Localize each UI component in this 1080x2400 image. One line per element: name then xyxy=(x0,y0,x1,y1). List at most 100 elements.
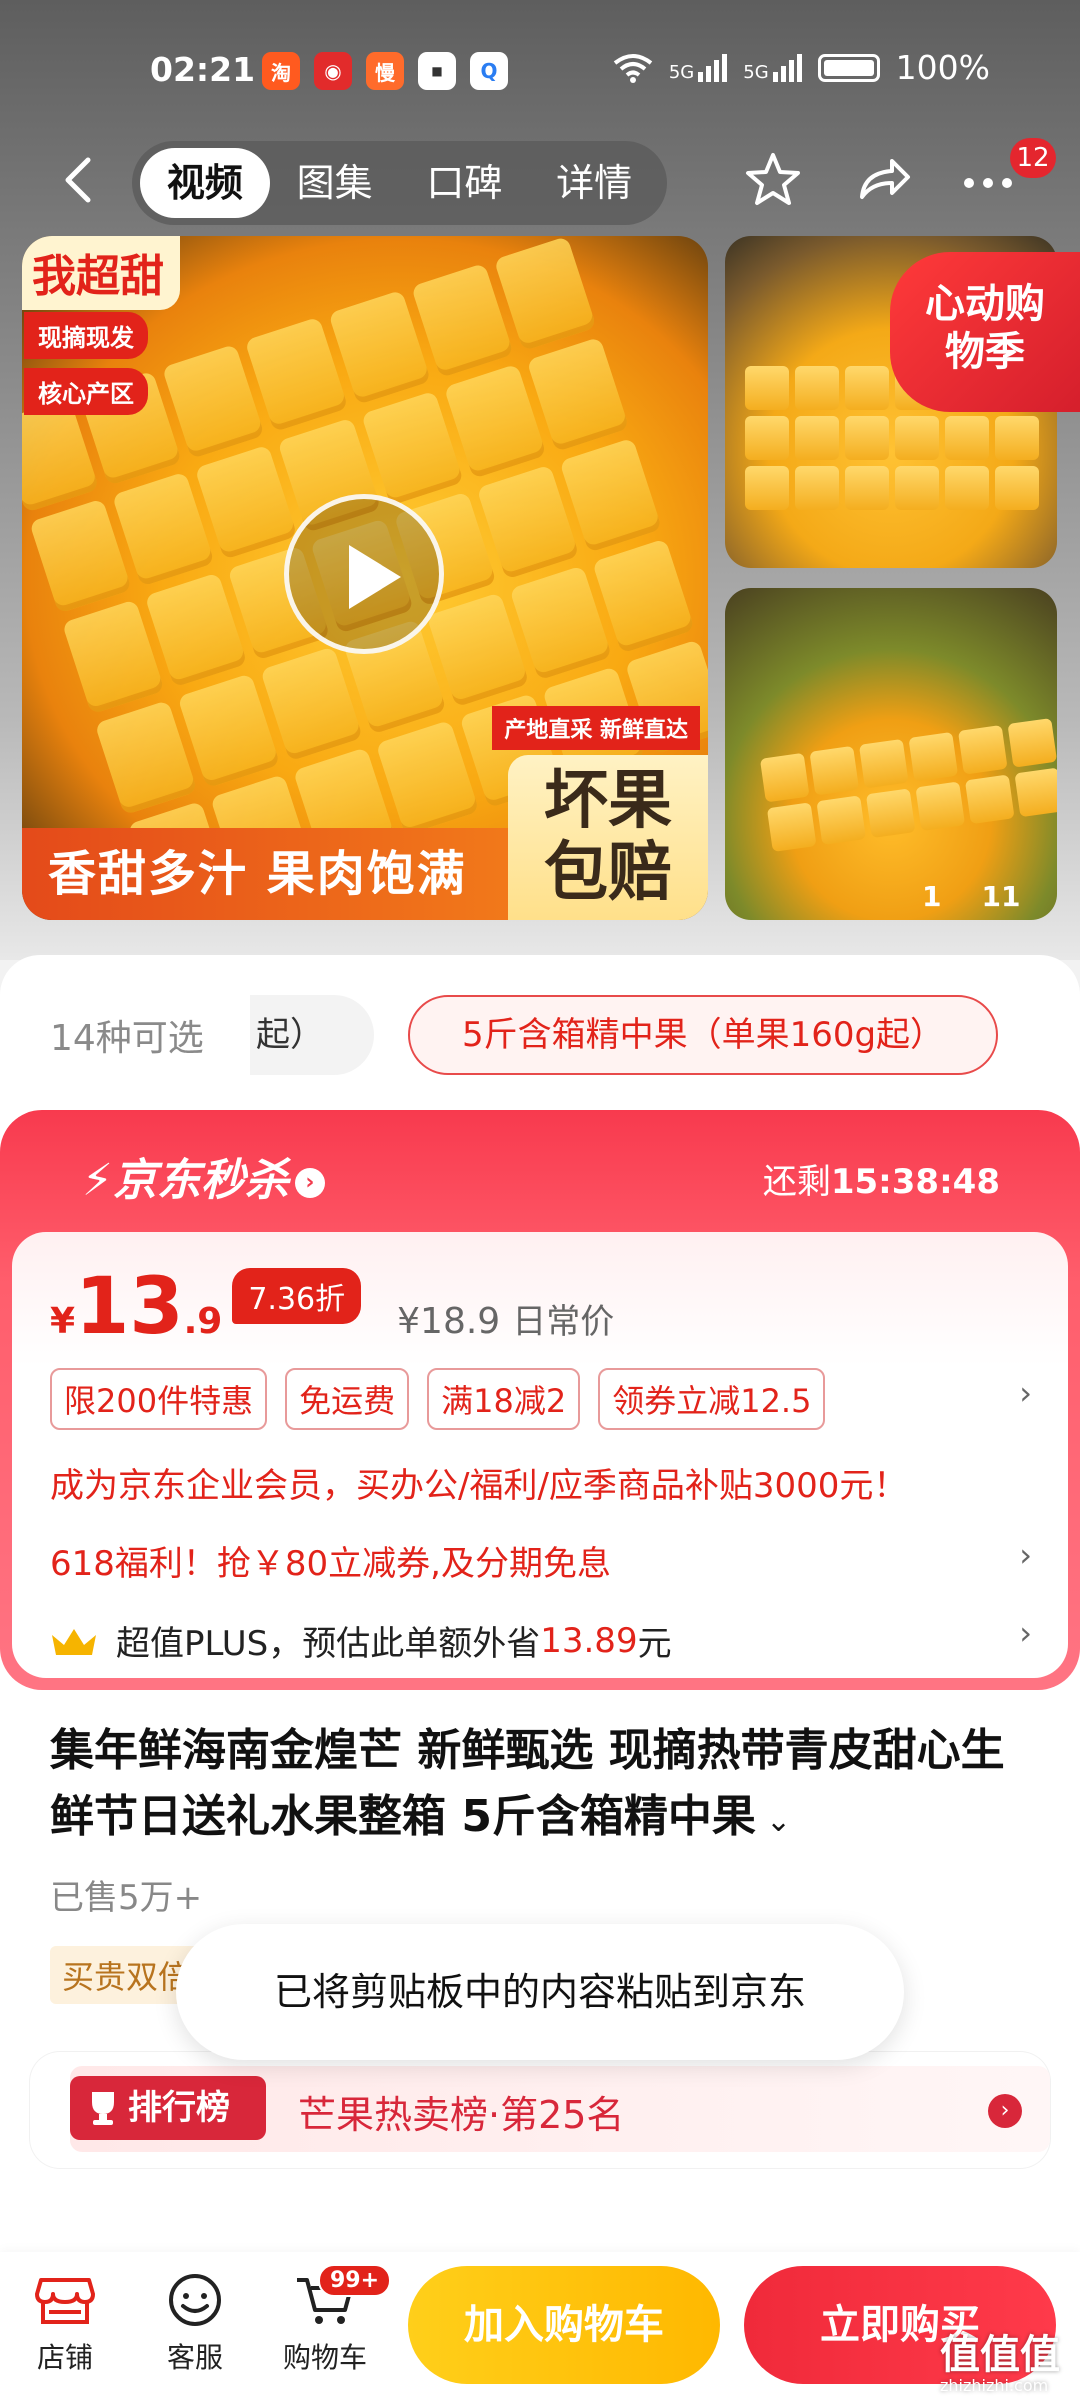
clipboard-toast: 已将剪贴板中的内容粘贴到京东 xyxy=(176,1924,904,2060)
thumbnail-2[interactable] xyxy=(725,588,1057,920)
jd-app-icon: ◉ xyxy=(314,52,352,90)
original-price: ¥18.9 xyxy=(397,1301,501,1342)
image-counter: 1 11 xyxy=(922,880,1020,913)
counter-current: 1 xyxy=(922,880,942,913)
cart-count-badge: 99+ xyxy=(318,2264,392,2297)
chevron-right-icon[interactable]: › xyxy=(1019,1536,1032,1574)
618-promo-line[interactable]: 618福利！抢￥80立减券,及分期免息 xyxy=(50,1536,611,1585)
message-badge: 12 xyxy=(1010,138,1056,178)
product-title-text: 集年鲜海南金煌芒 新鲜甄选 现摘热带青皮甜心生鲜节日送礼水果整箱 5斤含箱精中果 xyxy=(50,1725,1005,1842)
variant-count[interactable]: 14种可选 xyxy=(50,1009,204,1061)
chevron-right-icon[interactable]: › xyxy=(1019,1374,1032,1412)
countdown-value: 15:38:48 xyxy=(830,1162,1000,1202)
sweet-tag: 我超甜 xyxy=(22,236,180,310)
shop-icon xyxy=(35,2278,95,2324)
tab-reviews[interactable]: 口碑 xyxy=(400,148,530,218)
network-type-2: 5G xyxy=(743,61,769,83)
counter-total: 11 xyxy=(981,880,1021,913)
customer-service-icon xyxy=(169,2274,221,2326)
sweet-juicy-banner: 香甜多汁 果肉饱满 xyxy=(22,828,522,920)
signal-1-icon: 5G xyxy=(669,53,728,82)
promo-flag-text: 心动购物季 xyxy=(925,281,1045,375)
site-watermark: 值值值 zhizhizhi.com xyxy=(940,2322,1060,2395)
promo-chip[interactable]: 限200件特惠 xyxy=(50,1368,268,1430)
enterprise-member-line[interactable]: 成为京东企业会员，买办公/福利/应季商品补贴3000元！ xyxy=(50,1458,907,1507)
variant-selector: 14种可选 起） 5斤含箱精中果（单果160g起） xyxy=(0,995,1080,1075)
status-app-icons: 淘 ◉ 慢 ■ Q xyxy=(262,52,508,90)
shop-button[interactable]: 店铺 xyxy=(10,2272,120,2376)
crown-icon xyxy=(52,1628,96,1655)
seckill-countdown: 还剩15:38:48 xyxy=(763,1154,1000,1203)
tab-details[interactable]: 详情 xyxy=(529,148,659,218)
kuaidi-app-icon: ■ xyxy=(418,52,456,90)
seckill-panel: ⚡京东秒杀 › 还剩15:38:48 ¥ 13 .9 7.36折 ¥18.9 日常… xyxy=(0,1110,1080,1690)
play-icon[interactable] xyxy=(284,494,444,654)
ranking-text: 芒果热卖榜·第25名 xyxy=(298,2093,625,2137)
mango-half-illustration xyxy=(759,717,1057,853)
plus-suffix: 元 xyxy=(637,1624,672,1664)
status-indicators: 5G 5G 100% xyxy=(613,48,990,87)
watermark-sub: zhizhizhi.com xyxy=(940,2376,1049,2395)
guarantee-text: 坏果包赔 xyxy=(544,764,672,910)
promo-chip[interactable]: 满18减2 xyxy=(427,1368,581,1430)
seckill-title[interactable]: ⚡京东秒杀 › xyxy=(82,1144,325,1208)
service-label: 客服 xyxy=(166,2341,223,2374)
sold-count: 已售5万+ xyxy=(50,1878,203,1918)
man-app-icon: 慢 xyxy=(366,52,404,90)
origin-direct-tag: 产地直采 新鲜直达 xyxy=(492,706,700,750)
ranking-badge-text: 排行榜 xyxy=(128,2088,230,2128)
product-title[interactable]: 集年鲜海南金煌芒 新鲜甄选 现摘热带青皮甜心生鲜节日送礼水果整箱 5斤含箱精中果… xyxy=(50,1718,1040,1855)
promo-chip[interactable]: 免运费 xyxy=(285,1368,410,1430)
wifi-icon xyxy=(613,53,653,83)
battery-icon xyxy=(817,53,880,82)
promo-chips: 限200件特惠 免运费 满18减2 领券立减12.5 xyxy=(50,1368,826,1430)
ranking-inner: 排行榜 芒果热卖榜·第25名 › xyxy=(70,2066,1050,2152)
chevron-right-icon[interactable]: › xyxy=(1019,1614,1032,1652)
watermark-main: 值值值 xyxy=(940,2332,1060,2378)
ranking-badge: 排行榜 xyxy=(70,2076,266,2140)
price-integer: 13 xyxy=(75,1262,184,1352)
trophy-icon xyxy=(92,2092,114,2125)
seckill-title-text: 京东秒杀 xyxy=(112,1155,289,1206)
chevron-down-icon[interactable]: ⌄ xyxy=(766,1804,791,1839)
main-video-cover[interactable]: 我超甜 现摘现发 核心产区 产地直采 新鲜直达 香甜多汁 果肉饱满 坏果包赔 xyxy=(22,236,708,920)
share-icon[interactable] xyxy=(850,147,916,213)
discount-badge: 7.36折 xyxy=(232,1268,362,1324)
status-time: 02:21 xyxy=(150,50,256,89)
search-app-icon: Q xyxy=(470,52,508,90)
plus-prefix: 超值PLUS，预估此单额外省 xyxy=(116,1624,541,1664)
chevron-right-icon: › xyxy=(294,1168,325,1198)
shopping-season-flag: 心动购物季 xyxy=(890,252,1080,412)
plus-savings-line[interactable]: 超值PLUS，预估此单额外省 13.89 元 xyxy=(50,1616,672,1665)
bad-fruit-guarantee: 坏果包赔 xyxy=(508,755,708,920)
plus-amount: 13.89 xyxy=(540,1620,638,1661)
core-origin-tag: 核心产区 xyxy=(24,368,148,415)
price-decimal: .9 xyxy=(183,1301,223,1342)
top-nav: 视频 图集 口碑 详情 xyxy=(0,135,1080,225)
price-row: ¥ 13 .9 7.36折 ¥18.9 日常价 xyxy=(50,1262,614,1352)
battery-level: 100% xyxy=(895,48,990,87)
variant-option-prev[interactable]: 起） xyxy=(250,995,374,1075)
shop-label: 店铺 xyxy=(36,2341,93,2374)
media-tabs: 视频 图集 口碑 详情 xyxy=(132,141,667,225)
tab-video[interactable]: 视频 xyxy=(140,148,270,218)
customer-service-button[interactable]: 客服 xyxy=(140,2272,250,2376)
back-arrow-icon[interactable] xyxy=(50,150,110,210)
variant-option-selected[interactable]: 5斤含箱精中果（单果160g起） xyxy=(408,995,998,1075)
ranking-row[interactable]: 排行榜 芒果热卖榜·第25名 › xyxy=(30,2052,1050,2168)
promo-chip[interactable]: 领券立减12.5 xyxy=(598,1368,826,1430)
taobao-app-icon: 淘 xyxy=(262,52,300,90)
seckill-price-card: ¥ 13 .9 7.36折 ¥18.9 日常价 限200件特惠 免运费 满18减… xyxy=(12,1232,1068,1678)
add-to-cart-button[interactable]: 加入购物车 xyxy=(408,2266,720,2384)
product-gallery: 02:21 淘 ◉ 慢 ■ Q 5G 5G 100% 视频 图集 口碑 详情 1… xyxy=(0,0,1080,960)
tab-album[interactable]: 图集 xyxy=(270,148,400,218)
cart-label: 购物车 xyxy=(282,2341,367,2374)
signal-2-icon: 5G xyxy=(743,53,802,83)
original-price-label: 日常价 xyxy=(512,1302,615,1342)
chevron-right-circle-icon[interactable]: › xyxy=(988,2094,1022,2128)
status-bar: 02:21 淘 ◉ 慢 ■ Q 5G 5G 100% xyxy=(0,40,1080,110)
currency-symbol: ¥ xyxy=(50,1301,76,1342)
countdown-label: 还剩 xyxy=(762,1162,831,1202)
fresh-pick-tag: 现摘现发 xyxy=(24,312,148,359)
favorite-star-icon[interactable] xyxy=(740,147,806,213)
